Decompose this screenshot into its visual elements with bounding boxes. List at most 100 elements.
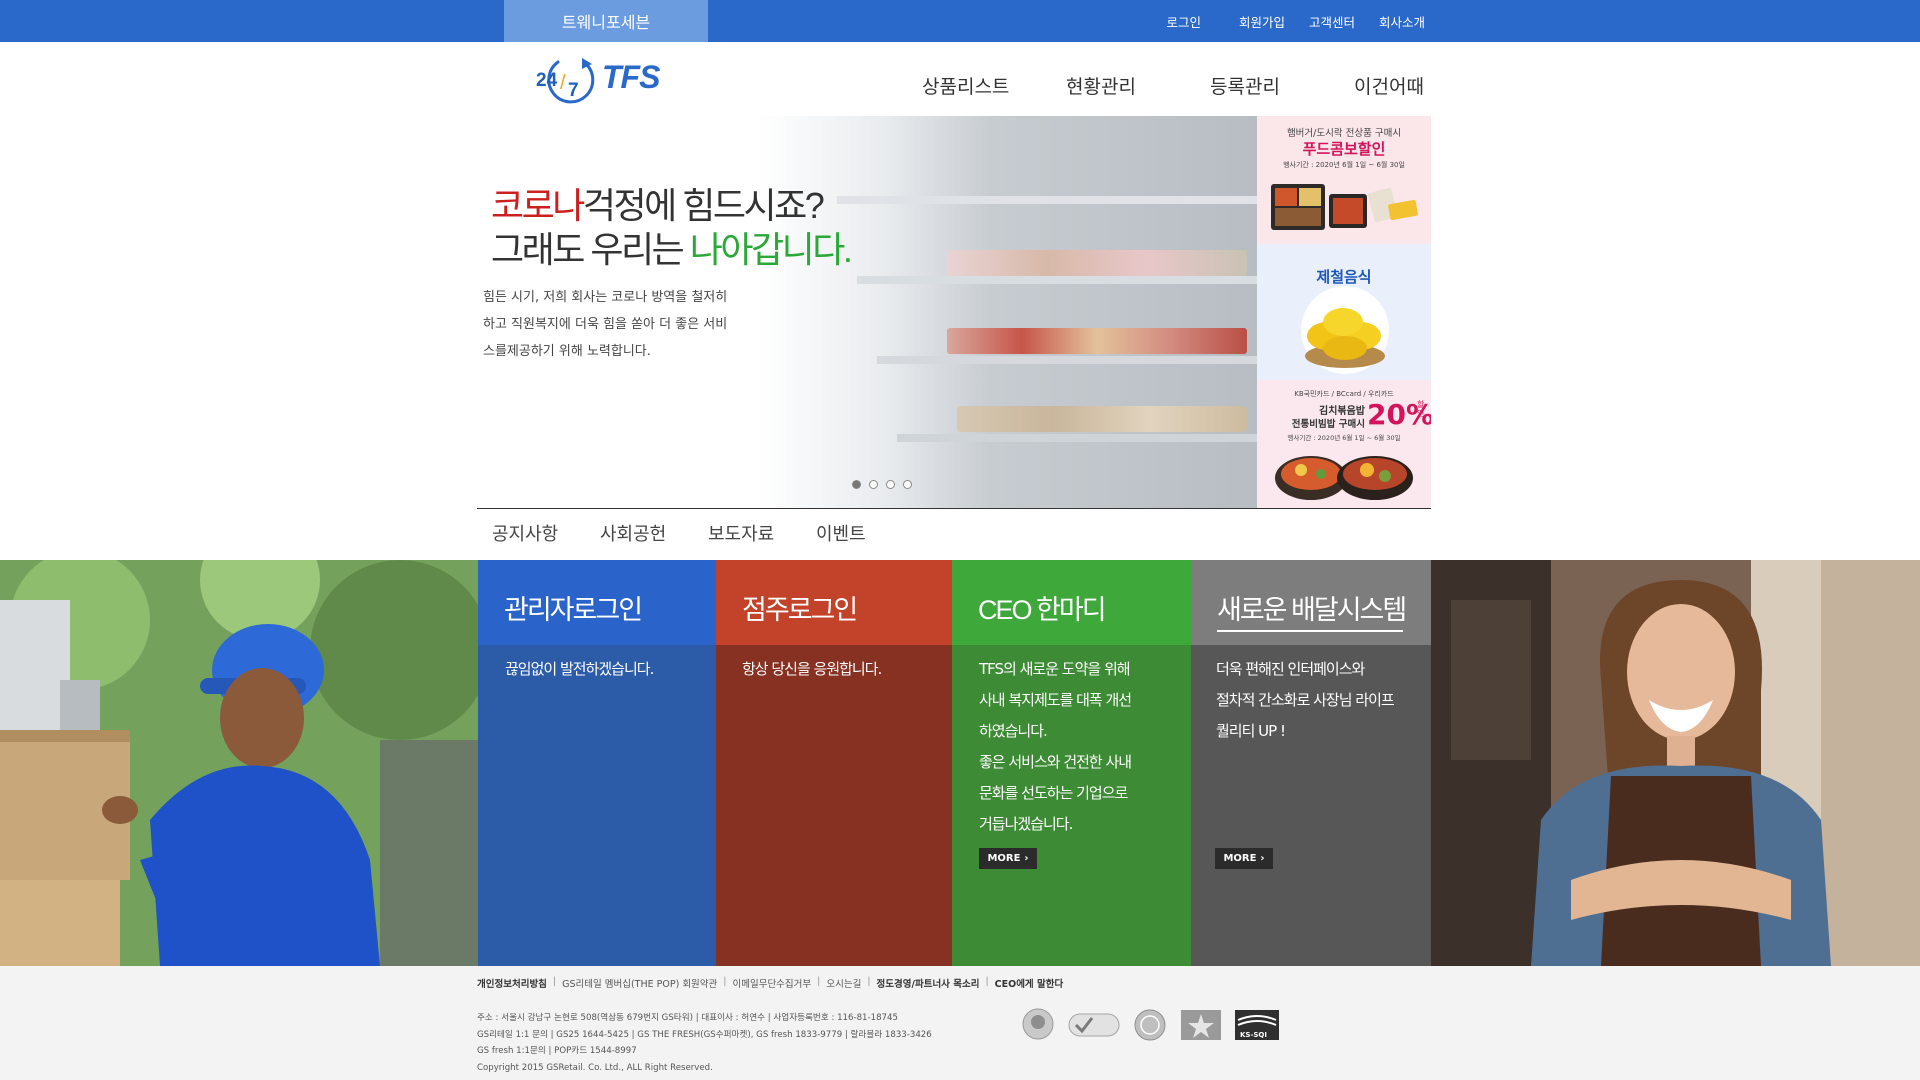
hero-desc-line: 힘든 시기, 저희 회사는 코로나 방역을 철저히 [483,290,728,305]
footer-copyright: Copyright 2015 GSRetail. Co. Ltd., ALL R… [477,1062,713,1073]
card-text-line: TFS의 새로운 도약을 위해 [979,660,1131,678]
card-text-line: 끊임없이 발전하겠습니다. [505,660,654,678]
footer-separator: | [985,976,989,987]
ceo-more-button[interactable]: MORE › [979,848,1037,869]
logo-24: 24 [536,70,558,91]
footer-email-link[interactable]: 이메일무단수집거부 [732,976,811,990]
bowl-image [1275,456,1413,500]
hero-divider [477,508,1431,509]
hero-desc-line: 하고 직원복지에 더욱 힘을 쏟아 더 좋은 서비 [483,317,728,332]
title-underline [1217,630,1403,632]
cert-seal-icon [1134,1009,1166,1041]
card-text-line: 좋은 서비스와 건전한 사내 [979,753,1132,771]
footer-info: 주소 : 서울시 강남구 논현로 508(역삼동 679번지 GS타워) | 대… [477,1010,932,1076]
chevron-right-icon: › [1024,853,1029,864]
hero-title: 코로나걱정에 힘드시죠? 그래도 우리는 나아갑니다. [491,184,853,272]
card-text-line: 퀄리티 UP ! [1216,722,1286,740]
tab-event[interactable]: 이벤트 [816,520,866,546]
cert-check-icon [1068,1013,1120,1037]
footer-ceo-link[interactable]: CEO에게 말한다 [995,976,1064,990]
delivery-system-title: 새로운 배달시스템 [1217,595,1407,625]
tab-press[interactable]: 보도자료 [708,520,774,546]
chevron-right-icon: › [1260,853,1265,864]
hero-title-line1: 걱정에 힘드시죠? [582,185,825,226]
login-link[interactable]: 로그인 [1166,12,1201,31]
carousel-dot-2[interactable] [869,480,878,489]
delivery-system-header: 새로운 배달시스템 [1191,560,1431,645]
delivery-system-text: 더욱 편해진 인터페이스와 절차적 간소화로 사장님 라이프 퀄리티 UP ! [1216,654,1417,747]
card-text-line: 사내 복지제도를 대폭 개선 [979,691,1132,709]
footer-separator: | [867,976,871,987]
promo-food-combo-title: 푸드콤보할인 [1302,140,1386,158]
promo-food-combo-sub: 햄버거/도시락 전상품 구매시 [1286,128,1402,139]
hero-banner[interactable]: 코로나걱정에 힘드시죠? 그래도 우리는 나아갑니다. 힘든 시기, 저희 회사… [477,116,1257,508]
footer-ethics-link[interactable]: 정도경영/파트너사 목소리 [877,976,980,990]
promo-food-combo[interactable]: 햄버거/도시락 전상품 구매시 푸드콤보할인 행사기간 : 2020년 6월 1… [1257,116,1431,244]
hero-description: 힘든 시기, 저희 회사는 코로나 방역을 철저히 하고 직원복지에 더욱 힘을… [483,284,763,365]
card-text-line: 더욱 편해진 인터페이스와 [1216,660,1365,678]
delivery-worker-photo [0,560,478,966]
promo-seasonal[interactable]: 제철음식 [1257,244,1431,380]
footer-contacts: GS리테일 1:1 문의 | GS25 1644-5425 | GS THE F… [477,1029,932,1040]
tab-notice[interactable]: 공지사항 [492,520,558,546]
delivery-worker-illustration [0,560,478,966]
carousel-dot-4[interactable] [903,480,912,489]
cert-kssqi-icon: KS-SQI [1235,1010,1279,1040]
owner-login-card[interactable]: 점주로그인 항상 당신을 응원합니다. [716,560,952,966]
tab-social[interactable]: 사회공헌 [600,520,666,546]
carousel-dots [852,480,912,489]
admin-login-title: 관리자로그인 [504,595,643,625]
customer-center-link[interactable]: 고객센터 [1309,12,1355,31]
footer: 개인정보처리방침 | GS리테일 멤버십(THE POP) 회원약관 | 이메일… [0,966,1920,1080]
company-info-link[interactable]: 회사소개 [1379,12,1425,31]
promo-card-line2: 전통비빔밥 구매시 [1291,419,1365,430]
shop-owner-illustration [1431,560,1920,966]
delivery-more-button[interactable]: MORE › [1215,848,1273,869]
owner-login-text: 항상 당신을 응원합니다. [742,654,938,685]
more-label: MORE [1223,853,1257,864]
footer-separator: | [552,976,557,987]
logo-slash: / [560,72,566,94]
tfs-logo[interactable]: 24 / 7 TFS [536,52,676,108]
carousel-dot-1[interactable] [852,480,861,489]
delivery-system-card: 새로운 배달시스템 더욱 편해진 인터페이스와 절차적 간소화로 사장님 라이프… [1191,560,1431,966]
admin-login-text: 끊임없이 발전하겠습니다. [505,654,702,685]
signup-link[interactable]: 회원가입 [1239,12,1285,31]
card-text-line: 문화를 선도하는 기업으로 [979,784,1128,802]
shop-owner-photo [1431,560,1920,966]
promo-column: 햄버거/도시락 전상품 구매시 푸드콤보할인 행사기간 : 2020년 6월 1… [1257,116,1431,508]
admin-login-card[interactable]: 관리자로그인 끊임없이 발전하겠습니다. [478,560,716,966]
kssqi-label: KS-SQI [1240,1031,1267,1039]
promo-food-combo-period: 행사기간 : 2020년 6월 1일 ~ 6월 30일 [1283,161,1405,169]
promo-card-line1: 김치볶음밥 [1319,406,1365,417]
brand-tab[interactable]: 트웨니포세븐 [504,0,708,42]
ceo-message-title: CEO 한마디 [978,595,1107,625]
lunchbox-image [1271,184,1418,230]
more-label: MORE [987,853,1021,864]
top-bar: 트웨니포세븐 로그인 회원가입 고객센터 회사소개 [0,0,1920,42]
footer-links: 개인정보처리방침 | GS리테일 멤버십(THE POP) 회원약관 | 이메일… [477,976,1063,990]
footer-directions-link[interactable]: 오시는길 [826,976,861,990]
cert-award-icon [1022,1008,1054,1040]
card-text-line: 거듭나겠습니다. [979,815,1073,833]
melon-image [1301,286,1389,374]
footer-separator: | [723,976,727,987]
promo-card-period: 행사기간 : 2020년 6월 1일 ~ 6월 30일 [1287,434,1401,442]
ceo-message-text: TFS의 새로운 도약을 위해 사내 복지제도를 대폭 개선 하였습니다. 좋은… [979,654,1177,840]
carousel-dot-3[interactable] [886,480,895,489]
hero-desc-line: 스를제공하기 위해 노력합니다. [483,344,651,359]
certification-badges: KS-SQI [1020,1006,1280,1044]
footer-membership-link[interactable]: GS리테일 멤버십(THE POP) 회원약관 [562,976,717,990]
nav-item-status[interactable]: 현황관리 [1066,72,1136,99]
promo-card-discount[interactable]: KB국민카드 / BCcard / 우리카드 김치볶음밥 전통비빔밥 구매시 2… [1257,380,1431,508]
footer-separator: | [817,976,821,987]
admin-login-header: 관리자로그인 [478,560,716,645]
main-nav: 상품리스트 현황관리 등록관리 이건어때 [880,72,1425,102]
nav-item-products[interactable]: 상품리스트 [922,72,1009,99]
footer-privacy-link[interactable]: 개인정보처리방침 [477,976,547,990]
nav-item-recommend[interactable]: 이건어때 [1354,72,1424,99]
nav-item-register[interactable]: 등록관리 [1210,72,1280,99]
hero-title-green: 나아갑니다. [689,229,853,270]
owner-login-header: 점주로그인 [716,560,952,645]
hero-title-line2: 그래도 우리는 [491,229,690,270]
